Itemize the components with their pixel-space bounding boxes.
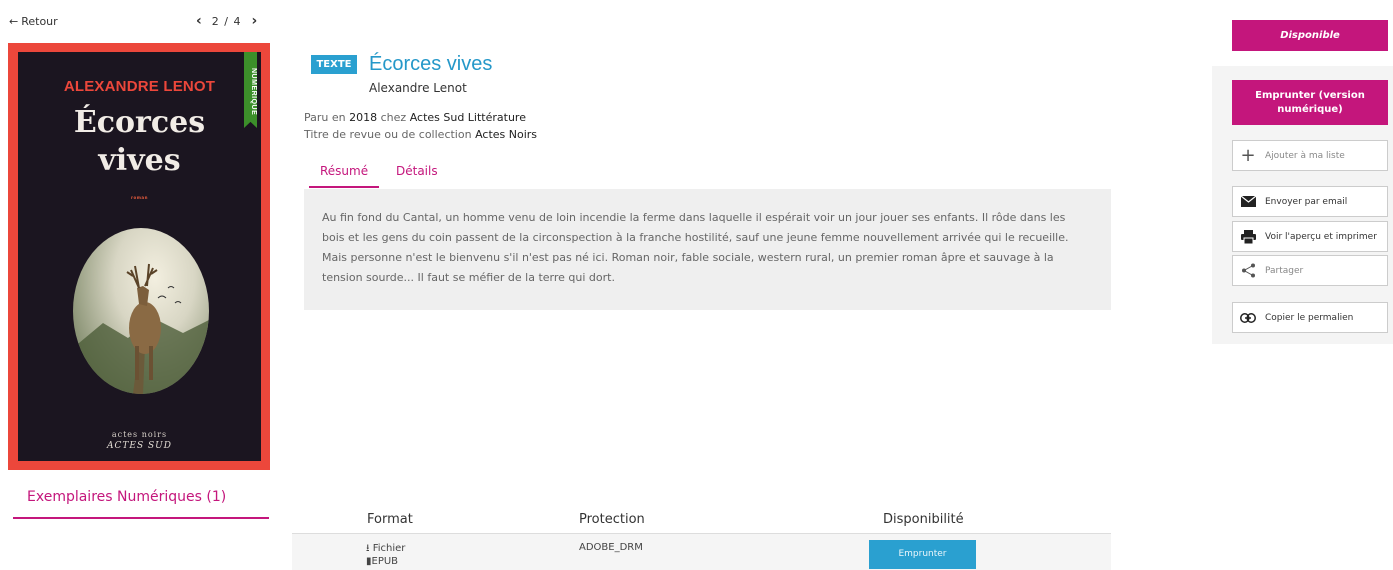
summary-line: Mais personne n'est le bienvenu s'il n'e… — [322, 251, 1054, 264]
record-pager: ‹ 2 / 4 › — [196, 13, 257, 29]
plus-icon: + — [1240, 145, 1256, 166]
record-title: Écorces vives — [369, 53, 493, 75]
summary-line: bois et les gens du coin passent de la c… — [322, 231, 1069, 244]
collection-link[interactable]: Actes Noirs — [475, 128, 537, 141]
add-to-list-button[interactable]: + Ajouter à ma liste — [1232, 140, 1388, 171]
email-button[interactable]: Envoyer par email — [1232, 186, 1388, 217]
table-row — [292, 533, 1111, 570]
arrow-left-icon: ← — [9, 15, 19, 28]
chevron-right-icon[interactable]: › — [251, 13, 257, 29]
book-cover[interactable]: ALEXANDRE LENOT Écorces vives roman acte… — [8, 43, 270, 470]
column-header-format: Format — [367, 512, 413, 527]
email-label: Envoyer par email — [1265, 196, 1348, 207]
cover-artwork: ALEXANDRE LENOT Écorces vives roman acte… — [18, 52, 261, 461]
back-link[interactable]: ← Retour — [9, 15, 58, 28]
summary-line: tension sourde... Il faut se méfier de l… — [322, 271, 615, 284]
borrow-copy-button[interactable]: Emprunter — [869, 540, 976, 569]
share-icon — [1240, 263, 1256, 279]
availability-status: Disponible — [1232, 20, 1388, 51]
chevron-left-icon[interactable]: ‹ — [196, 13, 202, 29]
borrow-digital-button[interactable]: Emprunter (version numérique) — [1232, 80, 1388, 125]
cover-title-line-1: Écorces — [73, 105, 206, 140]
cover-title-line-2: vives — [98, 143, 181, 178]
format-label: Fichier — [372, 543, 406, 554]
back-label: Retour — [21, 15, 58, 28]
format-type: EPUB — [371, 556, 399, 567]
cover-genre: roman — [131, 195, 148, 200]
cover-series: actes noirs — [111, 430, 168, 439]
published-year: 2018 — [349, 111, 378, 124]
cover-author: ALEXANDRE LENOT — [63, 78, 216, 95]
published-mid: chez — [380, 111, 407, 124]
copy-permalink-button[interactable]: Copier le permalien — [1232, 302, 1388, 333]
printer-icon — [1240, 229, 1256, 245]
copy-format: ⭳ Fichier ▮EPUB — [366, 542, 405, 568]
share-button[interactable]: Partager — [1232, 255, 1388, 286]
share-label: Partager — [1265, 265, 1304, 276]
tab-details[interactable]: Détails — [396, 164, 438, 178]
column-header-availability: Disponibilité — [883, 512, 964, 527]
record-author[interactable]: Alexandre Lenot — [369, 81, 467, 95]
summary-line: Au fin fond du Cantal, un homme venu de … — [322, 211, 1066, 224]
digital-ribbon: NUMÉRIQUE — [244, 52, 257, 128]
cover-title: Écorces vives — [18, 104, 261, 180]
download-icon: ⭳ — [366, 543, 370, 554]
cover-publisher: ACTES SUD — [107, 441, 172, 451]
link-icon — [1240, 310, 1256, 326]
pager-position: 2 / 4 — [211, 14, 242, 28]
add-to-list-label: Ajouter à ma liste — [1265, 150, 1345, 161]
file-download[interactable]: ⭳ Fichier — [366, 542, 405, 555]
summary-panel: Au fin fond du Cantal, un homme venu de … — [304, 189, 1111, 310]
digital-copies-underline — [13, 517, 269, 519]
digital-copies-heading[interactable]: Exemplaires Numériques (1) — [27, 489, 226, 505]
tab-resume[interactable]: Résumé — [320, 164, 368, 178]
envelope-icon — [1240, 194, 1256, 210]
publication-info: Paru en 2018 chez Actes Sud Littérature — [304, 111, 526, 124]
column-header-protection: Protection — [579, 512, 645, 527]
publisher-link[interactable]: Actes Sud Littérature — [410, 111, 526, 124]
cover-deer-illustration — [73, 228, 209, 394]
type-badge: TEXTE — [311, 55, 357, 74]
copy-protection: ADOBE_DRM — [579, 542, 643, 553]
active-tab-indicator — [309, 186, 379, 188]
collection-info: Titre de revue ou de collection Actes No… — [304, 128, 537, 141]
copy-permalink-label: Copier le permalien — [1265, 312, 1354, 323]
published-prefix: Paru en — [304, 111, 346, 124]
print-preview-button[interactable]: Voir l'aperçu et imprimer — [1232, 221, 1388, 252]
collection-prefix: Titre de revue ou de collection — [304, 128, 472, 141]
print-preview-label: Voir l'aperçu et imprimer — [1265, 231, 1377, 242]
